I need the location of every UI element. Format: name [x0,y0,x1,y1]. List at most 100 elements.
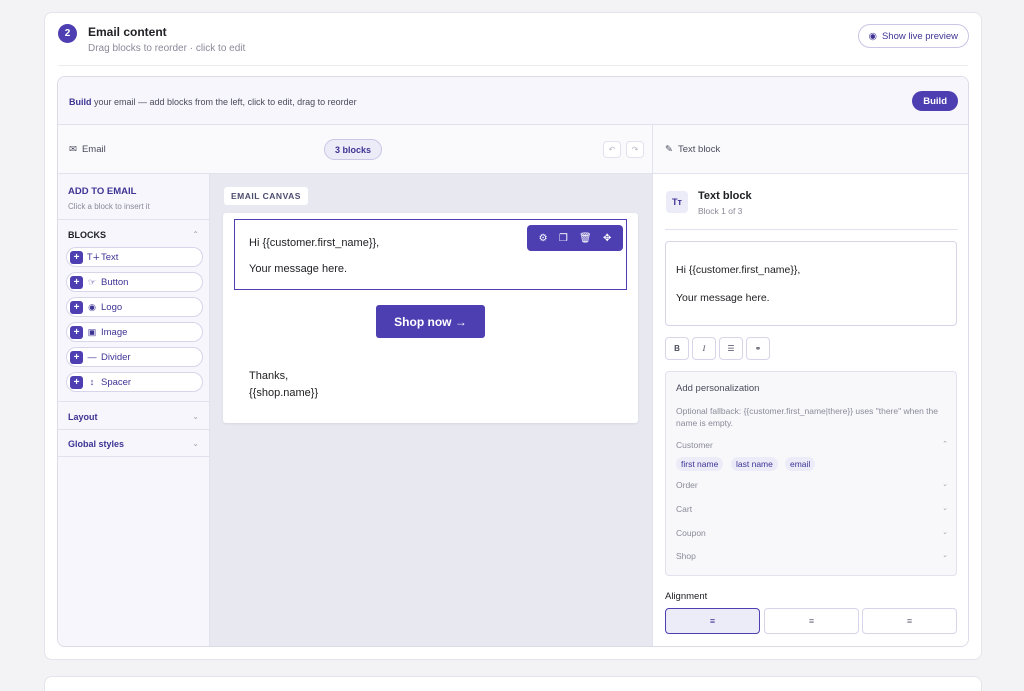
build-button[interactable]: Build [912,91,958,111]
section-subtitle: Drag blocks to reorder · click to edit [88,43,246,54]
alignment-label: Alignment [665,591,708,602]
blocks-count-badge: 3 blocks [324,139,383,160]
chevron-down-icon[interactable]: ⌄ [192,412,199,421]
personalization-group-cart[interactable]: Cart ⌄ [676,504,948,514]
email-tab[interactable]: ✉ Email [69,144,106,155]
group-label: Coupon [676,528,706,538]
divider [58,401,209,402]
personalization-help: Optional fallback: {{customer.first_name… [676,406,938,428]
settings-icon[interactable]: ⚙ [539,233,548,244]
spacer-icon: ↕ [89,377,95,387]
plus-icon: + [70,250,83,264]
move-icon[interactable]: ✥ [603,233,611,244]
build-bar: Build your email — add blocks from the l… [58,77,968,125]
align-right-button[interactable]: ≡ [862,608,957,634]
group-label: Customer [676,440,713,450]
divider [665,229,958,230]
plus-icon: + [70,375,83,389]
chevron-down-icon: ⌄ [942,529,948,536]
block-item-button[interactable]: + ☞ Button [66,272,203,292]
undo-icon: ↶ [608,145,616,154]
block-item-text[interactable]: + T∔ Text [66,247,203,267]
blocks-heading[interactable]: BLOCKS [68,230,106,240]
next-section-card [44,676,982,691]
pointer-icon: ☞ [87,276,97,287]
align-right-icon: ≡ [906,616,913,626]
inspector-header-title: ✎ Text block [665,144,720,155]
plus-icon: + [70,275,83,289]
mail-icon: ✉ [69,144,77,155]
editor-line: Hi {{customer.first_name}}, [676,264,801,276]
selected-text-block[interactable]: Hi {{customer.first_name}}, Your message… [234,219,627,290]
link-button[interactable]: ⚭ [746,337,770,360]
redo-icon: ↷ [631,145,639,154]
trash-icon[interactable]: 🗑 [579,233,592,244]
chevron-down-icon: ⌄ [942,481,948,488]
text-icon: T∔ [87,251,101,262]
group-label: Shop [676,551,696,561]
editor-line: Your message here. [676,292,770,304]
chevron-down-icon[interactable]: ⌄ [192,439,199,448]
align-left-button[interactable]: ≡ [665,608,760,634]
variable-chip-email[interactable]: email [785,457,816,471]
build-hint: Build your email — add blocks from the l… [69,97,357,107]
show-live-preview-button[interactable]: ◉ Show live preview [857,24,969,48]
footer-text-line[interactable]: Thanks, [249,370,288,382]
footer-text-line[interactable]: {{shop.name}} [249,387,318,399]
redo-button[interactable]: ↷ [626,141,644,158]
bold-button[interactable]: B [665,337,689,360]
block-item-label: Spacer [101,376,132,388]
chevron-up-icon: ⌃ [942,441,948,448]
email-tab-label: Email [81,144,106,155]
inspector-panel: Tт Text block Block 1 of 3 Hi {{customer… [652,174,968,646]
personalization-group-shop[interactable]: Shop ⌄ [676,551,948,561]
email-content-section: 2 Email content Drag blocks to reorder ·… [44,12,982,660]
add-to-email-panel: ADD TO EMAIL Click a block to insert it … [58,174,210,646]
image-icon: ▣ [87,326,97,337]
chevron-down-icon: ⌄ [942,552,948,559]
variable-chip-first-name[interactable]: first name [676,457,724,471]
block-toolbar: ⚙ ❐ 🗑 ✥ [527,225,623,251]
shop-now-button-block[interactable]: Shop now → [376,305,485,338]
divider [58,219,209,220]
layout-section[interactable]: Layout [68,412,98,422]
inspector-header-label: Text block [677,144,721,155]
block-item-logo[interactable]: + ◉ Logo [66,297,203,317]
eye-icon: ◉ [868,30,877,42]
build-hint-lead: Build [69,97,92,107]
align-center-icon: ≡ [808,616,815,626]
align-center-button[interactable]: ≡ [764,608,859,634]
duplicate-icon[interactable]: ❐ [559,233,568,244]
personalization-title: Add personalization [676,383,760,394]
chevron-up-icon[interactable]: ⌃ [192,230,199,239]
section-title: Email content [88,25,167,39]
italic-button[interactable]: I [692,337,716,360]
block-item-image[interactable]: + ▣ Image [66,322,203,342]
variable-chip-last-name[interactable]: last name [731,457,778,471]
text-block-line: Your message here. [249,263,348,275]
personalization-group-coupon[interactable]: Coupon ⌄ [676,528,948,538]
global-styles-section[interactable]: Global styles [68,439,124,449]
align-left-icon: ≡ [709,616,716,626]
step-number-badge: 2 [58,24,77,43]
group-label: Cart [676,504,693,514]
block-item-label: Logo [101,301,123,313]
show-live-preview-label: Show live preview [881,30,958,42]
personalization-panel: Add personalization Optional fallback: {… [665,371,957,576]
block-item-divider[interactable]: + — Divider [66,347,203,367]
inspector-header: ✎ Text block [652,125,968,174]
personalization-group-order[interactable]: Order ⌄ [676,480,948,490]
email-builder: Build your email — add blocks from the l… [57,76,969,647]
undo-button[interactable]: ↶ [603,141,621,158]
inspector-subtitle: Block 1 of 3 [698,206,743,216]
email-header: ✉ Email 3 blocks ↶ ↷ [58,125,652,174]
plus-icon: + [70,350,83,364]
list-button[interactable]: ☰ [719,337,743,360]
text-editor[interactable]: Hi {{customer.first_name}}, Your message… [665,241,957,326]
personalization-group-customer[interactable]: Customer ⌃ [676,440,948,450]
add-to-email-subtitle: Click a block to insert it [68,202,150,211]
inspector-title: Text block [698,190,752,202]
email-canvas-tag: EMAIL CANVAS [224,187,308,205]
block-item-spacer[interactable]: + ↕ Spacer [66,372,203,392]
edit-icon: ✎ [665,144,673,155]
